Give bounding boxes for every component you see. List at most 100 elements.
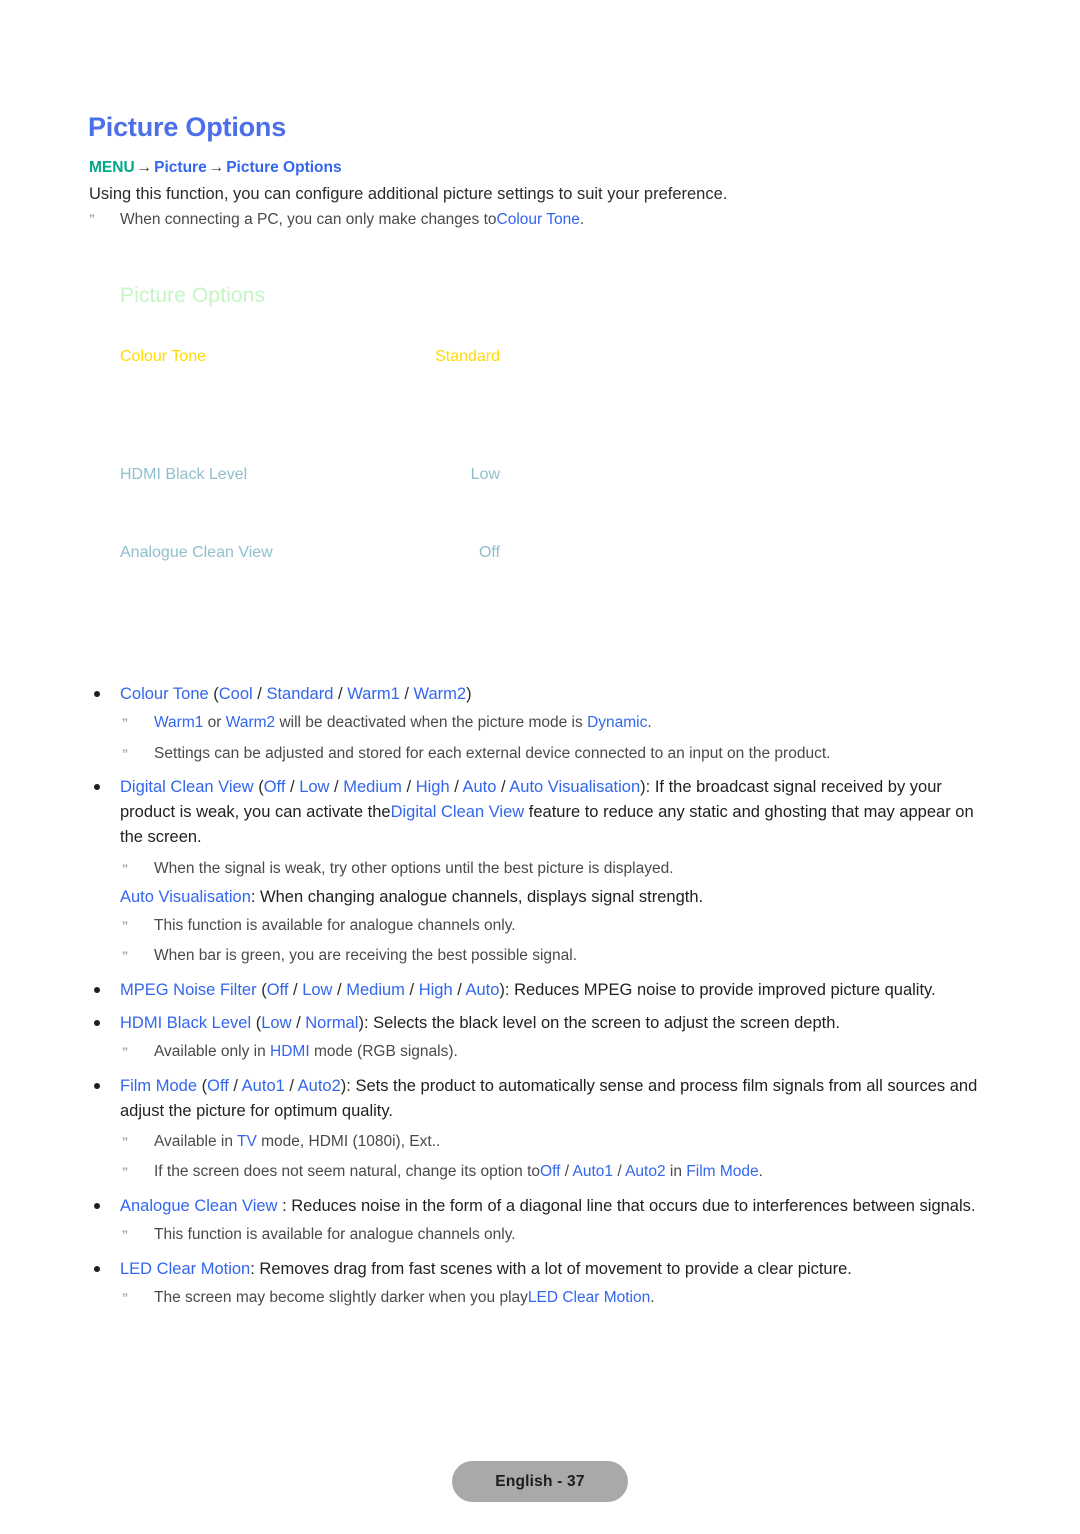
paren-open: ( — [197, 1077, 208, 1095]
term-film-mode: Film Mode — [120, 1077, 198, 1095]
bullet-dot-icon — [94, 987, 100, 993]
option-off: Off — [207, 1077, 229, 1095]
sep: / — [401, 778, 416, 796]
term-warm1: Warm1 — [154, 714, 204, 731]
bullet-body: : Reduces noise in the form of a diagona… — [277, 1197, 976, 1215]
bullet-dot-icon — [94, 1266, 100, 1272]
note-text: Settings can be adjusted and stored for … — [154, 745, 831, 762]
sep: / — [452, 981, 466, 999]
sep: / — [291, 1014, 306, 1032]
note-mid: in — [665, 1163, 687, 1180]
note-marker-icon: ˮ — [122, 1135, 128, 1149]
bullet-hdmi-black-level: HDMI Black Level (Low / Normal): Selects… — [89, 1011, 999, 1036]
bullet-film-mode: Film Mode (Off / Auto1 / Auto2): Sets th… — [89, 1074, 999, 1124]
note-marker-icon: ˮ — [122, 1165, 128, 1179]
sep: / — [284, 1077, 298, 1095]
note-after: mode, HDMI (1080i), Ext.. — [256, 1133, 441, 1150]
option-off: Off — [263, 778, 286, 796]
menu-row-label: Colour Tone — [120, 348, 206, 365]
option-auto: Auto — [465, 981, 500, 999]
note-marker-icon: ˮ — [122, 747, 128, 761]
option-low: Low — [299, 778, 330, 796]
sep: / — [285, 778, 300, 796]
note-marker-icon: ˮ — [122, 1291, 128, 1305]
term-film-mode: Film Mode — [686, 1163, 759, 1180]
option-cool: Cool — [218, 685, 253, 703]
note-before: If the screen does not seem natural, cha… — [154, 1163, 541, 1180]
paren-close: ): — [499, 981, 515, 999]
note-text: This function is available for analogue … — [154, 1226, 516, 1243]
sep: / — [449, 778, 463, 796]
intro-note-text: When connecting a PC, you can only make … — [120, 211, 584, 229]
footer-page-label: English - 37 — [495, 1472, 585, 1490]
menu-row-value: Standard — [435, 348, 500, 365]
sep: / — [496, 778, 510, 796]
bullet-body: Reduces MPEG noise to provide improved p… — [514, 981, 936, 999]
bullet-analogue-clean-view: Analogue Clean View : Reduces noise in t… — [89, 1194, 999, 1219]
menu-row-value: Off — [478, 544, 500, 561]
bullet-dot-icon — [94, 1083, 100, 1089]
sep: / — [329, 778, 344, 796]
bullet-led-clear-motion: LED Clear Motion: Removes drag from fast… — [89, 1257, 999, 1282]
term-auto-visualisation: Auto Visualisation — [120, 888, 251, 906]
option-warm2: Warm2 — [413, 685, 467, 703]
option-medium: Medium — [343, 778, 402, 796]
footer-page-badge: English - 37 — [452, 1461, 628, 1502]
note-settings-stored: ˮ Settings can be adjusted and stored for… — [89, 742, 999, 766]
note-before: Available only in — [154, 1043, 271, 1060]
sep: / — [332, 981, 347, 999]
term-colour-tone: Colour Tone — [120, 685, 209, 703]
term-dynamic: Dynamic — [587, 714, 648, 731]
intro-note-link: Colour Tone — [496, 211, 580, 228]
note-text: When the signal is weak, try other optio… — [154, 860, 674, 877]
paren-open: ( — [256, 981, 267, 999]
sep: / — [399, 685, 414, 703]
note-hdmi-rgb: ˮ Available only in HDMI mode (RGB signal… — [89, 1040, 999, 1064]
note-before: Available in — [154, 1133, 238, 1150]
term-digital-clean-view-2: Digital Clean View — [390, 803, 525, 821]
bullet-digital-clean-view: Digital Clean View (Off / Low / Medium /… — [89, 775, 999, 850]
option-off: Off — [266, 981, 289, 999]
menu-mock-heading: Picture Options — [120, 284, 266, 307]
breadcrumb-menu: MENU — [89, 159, 135, 176]
option-auto2: Auto2 — [297, 1077, 341, 1095]
paren-open: ( — [251, 1014, 262, 1032]
bullet-colour-tone: Colour Tone (Cool / Standard / Warm1 / W… — [89, 682, 999, 707]
sep: / — [404, 981, 419, 999]
note-text: This function is available for analogue … — [154, 917, 516, 934]
bullet-list: Colour Tone (Cool / Standard / Warm1 / W… — [89, 682, 999, 1310]
note-after: mode (RGB signals). — [309, 1043, 458, 1060]
sep: / — [252, 685, 267, 703]
option-off: Off — [540, 1163, 561, 1180]
term-hdmi-black-level: HDMI Black Level — [120, 1014, 252, 1032]
option-normal: Normal — [305, 1014, 359, 1032]
note-marker-icon: ˮ — [122, 862, 128, 876]
sep: / — [228, 1077, 242, 1095]
period: . — [758, 1163, 763, 1180]
paren-open: ( — [253, 778, 264, 796]
note-screen-not-natural: ˮ If the screen does not seem natural, ch… — [89, 1160, 999, 1184]
period: . — [647, 714, 652, 731]
breadcrumb-item-picture: Picture — [154, 159, 207, 176]
paren-close: ) — [466, 685, 472, 703]
option-low: Low — [302, 981, 333, 999]
note-available-tv-mode: ˮ Available in TV mode, HDMI (1080i), Ext… — [89, 1130, 999, 1154]
intro-note: ˮ When connecting a PC, you can only mak… — [89, 211, 584, 229]
term-tv: TV — [237, 1133, 257, 1150]
note-analogue-only-1: ˮ This function is available for analogue… — [89, 914, 999, 938]
term-led-clear-motion: LED Clear Motion — [527, 1289, 651, 1306]
tv-menu-mock: Picture Options Colour Tone Standard HDM… — [120, 284, 500, 561]
bullet-dot-icon — [94, 1203, 100, 1209]
note-marker-icon: ˮ — [89, 212, 95, 226]
menu-row-label: HDMI Black Level — [120, 466, 248, 483]
option-warm1: Warm1 — [347, 685, 400, 703]
page-title: Picture Options — [88, 112, 287, 142]
intro-paragraph: Using this function, you can configure a… — [89, 185, 728, 203]
sep: / — [613, 1163, 626, 1180]
option-auto1: Auto1 — [241, 1077, 285, 1095]
breadcrumb-arrow-1: → — [136, 159, 153, 176]
option-auto-visualisation: Auto Visualisation — [509, 778, 641, 796]
note-marker-icon: ˮ — [122, 949, 128, 963]
breadcrumb-arrow-2: → — [208, 159, 225, 176]
note-marker-icon: ˮ — [122, 1228, 128, 1242]
